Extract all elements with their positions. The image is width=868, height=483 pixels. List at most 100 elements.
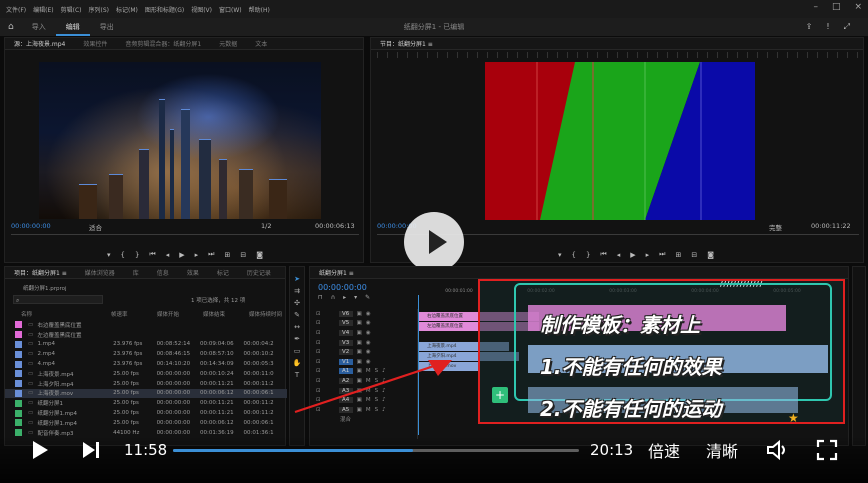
sync-lock-icon[interactable]: ▣ xyxy=(357,330,362,336)
tab-project-2[interactable]: 库 xyxy=(124,268,148,277)
source-ratio-select[interactable]: 1/2 xyxy=(261,222,271,230)
wrench-icon[interactable]: ✎ xyxy=(365,294,370,301)
marker-icon[interactable]: ▾ xyxy=(354,294,357,301)
mark-out-icon[interactable]: } xyxy=(586,251,590,259)
list-item[interactable]: ▭ 1.mp4 23.976 fps 00:08:52:14 00:09:04:06 00… xyxy=(5,340,287,350)
menu-item[interactable]: 编辑(E) xyxy=(33,5,53,14)
tab-program[interactable]: 节目：纸翻分屏1 ≡ xyxy=(371,39,442,48)
tab-source[interactable]: 源：上海夜景.mp4 xyxy=(5,39,74,48)
lock-icon[interactable]: ⊡ xyxy=(316,320,321,326)
list-item[interactable]: ▭ 上海夜景.mov 25.00 fps 00:00:00:00 00:00:06:12… xyxy=(5,388,287,399)
snap-icon[interactable]: ⊓ xyxy=(318,294,323,301)
tab-text[interactable]: 文本 xyxy=(246,39,276,48)
rewind-icon[interactable]: ◂ xyxy=(166,251,170,259)
header-fps[interactable]: 帧速率 xyxy=(111,310,157,318)
tab-effect-controls[interactable]: 效果控件 xyxy=(74,39,116,48)
source-timecode-in[interactable]: 00:00:00:00 xyxy=(11,222,51,230)
ripple-edit-icon[interactable]: ✣ xyxy=(294,299,300,307)
fullscreen-icon[interactable] xyxy=(816,439,838,461)
sync-lock-icon[interactable]: ▣ xyxy=(357,340,362,346)
eye-icon[interactable]: ◉ xyxy=(366,330,371,336)
lock-icon[interactable]: ⊡ xyxy=(316,311,321,317)
slip-icon[interactable]: ↔ xyxy=(294,323,300,331)
list-item[interactable]: ▭ 4.mp4 23.976 fps 00:14:10:20 00:14:34:09 00… xyxy=(5,359,287,369)
quick-export-icon[interactable]: ⇪ xyxy=(806,22,813,32)
minimize-icon[interactable]: – xyxy=(813,2,818,12)
tab-project-5[interactable]: 标记 xyxy=(208,268,238,277)
step-forward-icon[interactable]: ⏭ xyxy=(659,250,665,259)
next-icon[interactable] xyxy=(80,439,102,461)
mark-in-icon[interactable]: { xyxy=(571,251,575,259)
header-end[interactable]: 媒体结束 xyxy=(203,310,249,318)
project-search-input[interactable]: ⌕ xyxy=(13,295,103,304)
lift-icon[interactable]: ⊞ xyxy=(675,251,681,259)
video-play-overlay-button[interactable] xyxy=(404,212,464,272)
step-forward-icon[interactable]: ⏭ xyxy=(208,250,214,259)
camera-icon[interactable]: ◙ xyxy=(256,251,263,259)
sync-lock-icon[interactable]: ▣ xyxy=(357,320,362,326)
mark-in-icon[interactable]: { xyxy=(120,251,124,259)
linked-selection-icon[interactable]: ∩ xyxy=(331,294,335,301)
razor-icon[interactable]: ✎ xyxy=(294,311,300,319)
forward-icon[interactable]: ▸ xyxy=(646,251,650,259)
header-duration[interactable]: 媒体持续时间 xyxy=(249,310,282,318)
list-item[interactable]: ▭ 纸翻分屏1 25.00 fps 00:00:00:00 00:00:11:21 00:… xyxy=(5,398,287,408)
tab-metadata[interactable]: 元数据 xyxy=(210,39,246,48)
header-name[interactable]: 名称 xyxy=(5,310,111,318)
track-label[interactable]: V5 xyxy=(338,320,353,327)
tab-project-4[interactable]: 效果 xyxy=(178,268,208,277)
menu-item[interactable]: 帮助(H) xyxy=(249,5,270,14)
tab-project-3[interactable]: 信息 xyxy=(148,268,178,277)
mark-out-icon[interactable]: } xyxy=(135,251,139,259)
speed-button[interactable]: 倍速 xyxy=(648,437,680,463)
overwrite-icon[interactable]: ⊟ xyxy=(240,251,246,259)
timeline-timecode[interactable]: 00:00:00:00 xyxy=(318,283,367,292)
step-back-icon[interactable]: ⏮ xyxy=(600,250,606,259)
progress-track[interactable] xyxy=(173,449,579,452)
volume-icon[interactable] xyxy=(766,439,790,461)
lock-icon[interactable]: ⊡ xyxy=(316,340,321,346)
play-button-icon[interactable]: ▶ xyxy=(630,251,635,259)
tab-audio-mixer[interactable]: 音频剪辑混合器：纸翻分屏1 xyxy=(116,39,210,48)
tab-project-1[interactable]: 媒体浏览器 xyxy=(76,268,124,277)
play-button-icon[interactable]: ▶ xyxy=(179,251,184,259)
list-item[interactable]: ▭ 纸翻分屏1.mp4 25.00 fps 00:00:00:00 00:00:11:2… xyxy=(5,408,287,418)
insert-icon[interactable]: ⊞ xyxy=(224,251,230,259)
list-item[interactable]: ▭ 上海夜景.mp4 25.00 fps 00:00:00:00 00:00:10:24… xyxy=(5,369,287,379)
sync-lock-icon[interactable]: ▣ xyxy=(357,311,362,317)
add-marker-icon[interactable]: ▸ xyxy=(343,294,346,301)
rewind-icon[interactable]: ◂ xyxy=(617,251,621,259)
step-back-icon[interactable]: ⏮ xyxy=(149,250,155,259)
menu-item[interactable]: 剪辑(C) xyxy=(61,5,82,14)
list-item[interactable]: ▭ 2.mp4 23.976 fps 00:08:46:15 00:08:57:10 00… xyxy=(5,349,287,359)
marker-icon[interactable]: ▾ xyxy=(558,251,562,259)
source-fit-select[interactable]: 适合 xyxy=(89,222,102,232)
track-select-icon[interactable]: ⇉ xyxy=(294,287,300,295)
menu-item[interactable]: 文件(F) xyxy=(6,5,26,14)
quality-button[interactable]: 清晰 xyxy=(706,437,738,463)
list-item[interactable]: ▭ 纸翻分屏1.mp4 25.00 fps 00:00:00:00 00:00:06:1… xyxy=(5,418,287,428)
track-label[interactable]: V3 xyxy=(338,339,353,346)
tab-sequence[interactable]: 纸翻分屏1 ≡ xyxy=(310,268,363,277)
eye-icon[interactable]: ◉ xyxy=(366,340,371,346)
menu-item[interactable]: 窗口(W) xyxy=(219,5,242,14)
camera-icon[interactable]: ◙ xyxy=(707,251,714,259)
source-scrubber[interactable] xyxy=(11,234,359,235)
list-item[interactable]: ▭ 上海夕阳.mp4 25.00 fps 00:00:00:00 00:00:11:21… xyxy=(5,379,287,389)
menu-item[interactable]: 图形和标题(G) xyxy=(145,5,184,14)
extract-icon[interactable]: ⊟ xyxy=(691,251,697,259)
forward-icon[interactable]: ▸ xyxy=(195,251,199,259)
menu-item[interactable]: 标记(M) xyxy=(116,5,138,14)
notification-icon[interactable]: ! xyxy=(826,22,829,32)
program-fit-select[interactable]: 完整 xyxy=(769,222,782,232)
tab-project-0[interactable]: 项目：纸翻分屏1 ≡ xyxy=(5,268,76,277)
menu-item[interactable]: 序列(S) xyxy=(89,5,110,14)
play-icon[interactable] xyxy=(28,439,50,461)
close-icon[interactable]: × xyxy=(854,2,862,12)
list-item[interactable]: ▭ 右边覆盖黑底位置 xyxy=(5,320,287,330)
header-start[interactable]: 媒体开始 xyxy=(157,310,203,318)
pen-icon[interactable]: ✒ xyxy=(294,335,300,343)
marker-icon[interactable]: ▾ xyxy=(107,251,111,259)
track-label[interactable]: V4 xyxy=(338,329,353,336)
track-label[interactable]: V6 xyxy=(338,310,353,317)
